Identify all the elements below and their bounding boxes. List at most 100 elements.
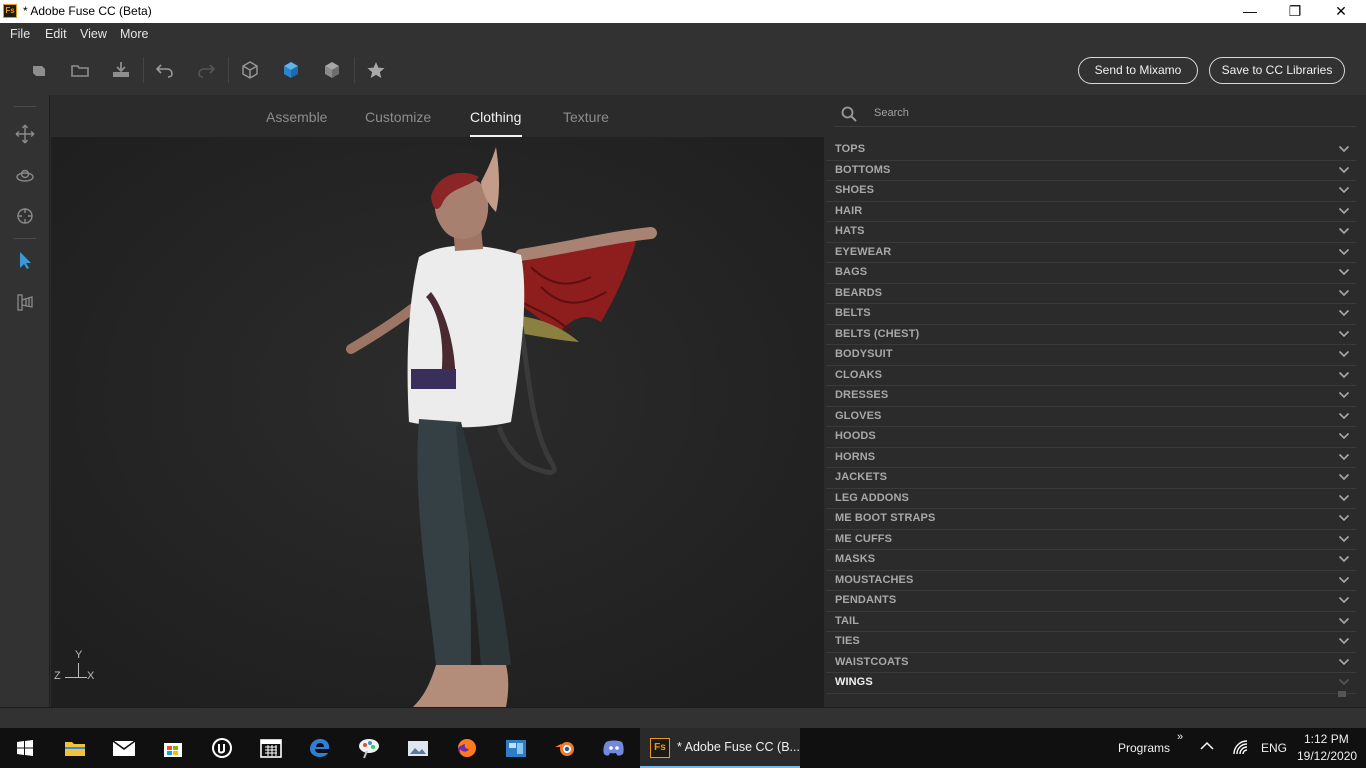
mail-icon[interactable]: [111, 736, 137, 760]
3d-viewport[interactable]: Y Z X: [51, 137, 824, 707]
category-ties[interactable]: TIES: [826, 632, 1356, 653]
chevron-down-icon[interactable]: [1338, 430, 1350, 442]
start-icon[interactable]: [12, 736, 38, 760]
menu-view[interactable]: View: [80, 27, 107, 41]
chevron-down-icon[interactable]: [1338, 307, 1350, 319]
calendar-icon[interactable]: [258, 736, 284, 760]
chevron-down-icon[interactable]: [1338, 676, 1350, 688]
category-moustaches[interactable]: MOUSTACHES: [826, 571, 1356, 591]
store-icon[interactable]: [160, 736, 186, 760]
send-to-mixamo-button[interactable]: Send to Mixamo: [1078, 57, 1198, 84]
resize-handle[interactable]: [1338, 691, 1346, 697]
unreal-engine-icon[interactable]: [209, 736, 235, 760]
category-leg-addons[interactable]: LEG ADDONS: [826, 489, 1356, 509]
chevron-down-icon[interactable]: [1338, 246, 1350, 258]
close-button[interactable]: ✕: [1318, 0, 1364, 23]
chevron-down-icon[interactable]: [1338, 615, 1350, 627]
menu-file[interactable]: File: [10, 27, 30, 41]
tab-clothing[interactable]: Clothing: [470, 109, 521, 125]
tab-texture[interactable]: Texture: [563, 109, 609, 125]
category-jackets[interactable]: JACKETS: [826, 468, 1356, 489]
cube-shaded-icon[interactable]: [321, 59, 343, 81]
move-icon[interactable]: [14, 123, 36, 145]
tray-expand-icon[interactable]: [1198, 738, 1216, 756]
category-eyewear[interactable]: EYEWEAR: [826, 243, 1356, 263]
category-me-boot-straps[interactable]: ME BOOT STRAPS: [826, 509, 1356, 530]
star-icon[interactable]: [365, 59, 387, 81]
chevron-down-icon[interactable]: [1338, 266, 1350, 278]
category-me-cuffs[interactable]: ME CUFFS: [826, 530, 1356, 550]
blender-icon[interactable]: [552, 736, 578, 760]
open-folder-icon[interactable]: [69, 59, 91, 81]
chevron-down-icon[interactable]: [1338, 656, 1350, 668]
category-dresses[interactable]: DRESSES: [826, 386, 1356, 407]
chevron-down-icon[interactable]: [1338, 143, 1350, 155]
edge-icon[interactable]: [307, 736, 333, 760]
orbit-icon[interactable]: [14, 165, 36, 187]
programs-chevron-icon[interactable]: »: [1177, 731, 1183, 743]
paint-icon[interactable]: [356, 736, 382, 760]
photos-icon[interactable]: [405, 736, 431, 760]
category-bottoms[interactable]: BOTTOMS: [826, 161, 1356, 181]
target-icon[interactable]: [14, 205, 36, 227]
firefox-icon[interactable]: [454, 736, 480, 760]
category-waistcoats[interactable]: WAISTCOATS: [826, 653, 1356, 673]
redo-icon[interactable]: [195, 59, 217, 81]
language-indicator[interactable]: ENG: [1261, 741, 1287, 755]
chevron-down-icon[interactable]: [1338, 287, 1350, 299]
select-pointer-icon[interactable]: [14, 249, 36, 271]
camera-views-icon[interactable]: [14, 291, 36, 313]
chevron-down-icon[interactable]: [1338, 451, 1350, 463]
chevron-down-icon[interactable]: [1338, 594, 1350, 606]
chevron-down-icon[interactable]: [1338, 635, 1350, 647]
tab-customize[interactable]: Customize: [365, 109, 431, 125]
cube-wireframe-icon[interactable]: [239, 59, 261, 81]
chevron-down-icon[interactable]: [1338, 471, 1350, 483]
menu-more[interactable]: More: [120, 27, 148, 41]
save-to-cc-libraries-button[interactable]: Save to CC Libraries: [1209, 57, 1345, 84]
import-icon[interactable]: [110, 59, 132, 81]
chevron-down-icon[interactable]: [1338, 553, 1350, 565]
category-tops[interactable]: TOPS: [826, 140, 1356, 161]
chevron-down-icon[interactable]: [1338, 574, 1350, 586]
menu-edit[interactable]: Edit: [45, 27, 67, 41]
category-hair[interactable]: HAIR: [826, 202, 1356, 222]
chevron-down-icon[interactable]: [1338, 389, 1350, 401]
category-shoes[interactable]: SHOES: [826, 181, 1356, 202]
search-bar[interactable]: Search: [834, 101, 1356, 127]
chevron-down-icon[interactable]: [1338, 348, 1350, 360]
category-cloaks[interactable]: CLOAKS: [826, 366, 1356, 386]
category-belts[interactable]: BELTS: [826, 304, 1356, 325]
category-hoods[interactable]: HOODS: [826, 427, 1356, 448]
category-hats[interactable]: HATS: [826, 222, 1356, 243]
chevron-down-icon[interactable]: [1338, 533, 1350, 545]
chevron-down-icon[interactable]: [1338, 328, 1350, 340]
wifi-icon[interactable]: [1231, 738, 1251, 758]
restore-button[interactable]: ❐: [1272, 0, 1318, 23]
category-gloves[interactable]: GLOVES: [826, 407, 1356, 427]
chevron-down-icon[interactable]: [1338, 492, 1350, 504]
taskbar-active-app[interactable]: Fs * Adobe Fuse CC (B...: [640, 728, 800, 768]
clock-date[interactable]: 19/12/2020: [1297, 749, 1357, 763]
category-tail[interactable]: TAIL: [826, 612, 1356, 632]
chevron-down-icon[interactable]: [1338, 369, 1350, 381]
category-bags[interactable]: BAGS: [826, 263, 1356, 284]
chevron-down-icon[interactable]: [1338, 225, 1350, 237]
chevron-down-icon[interactable]: [1338, 184, 1350, 196]
minimize-button[interactable]: —: [1227, 0, 1273, 23]
category-wings[interactable]: WINGS: [826, 673, 1356, 694]
category-bodysuit[interactable]: BODYSUIT: [826, 345, 1356, 366]
category-pendants[interactable]: PENDANTS: [826, 591, 1356, 612]
category-beards[interactable]: BEARDS: [826, 284, 1356, 304]
chevron-down-icon[interactable]: [1338, 205, 1350, 217]
category-masks[interactable]: MASKS: [826, 550, 1356, 571]
new-icon[interactable]: [28, 59, 50, 81]
discord-icon[interactable]: [601, 736, 627, 760]
programs-toolbar[interactable]: Programs: [1118, 741, 1170, 755]
chevron-down-icon[interactable]: [1338, 410, 1350, 422]
search-input[interactable]: Search: [874, 107, 909, 119]
clock-time[interactable]: 1:12 PM: [1304, 732, 1349, 746]
undo-icon[interactable]: [154, 59, 176, 81]
chevron-down-icon[interactable]: [1338, 512, 1350, 524]
file-explorer-icon[interactable]: [62, 736, 88, 760]
